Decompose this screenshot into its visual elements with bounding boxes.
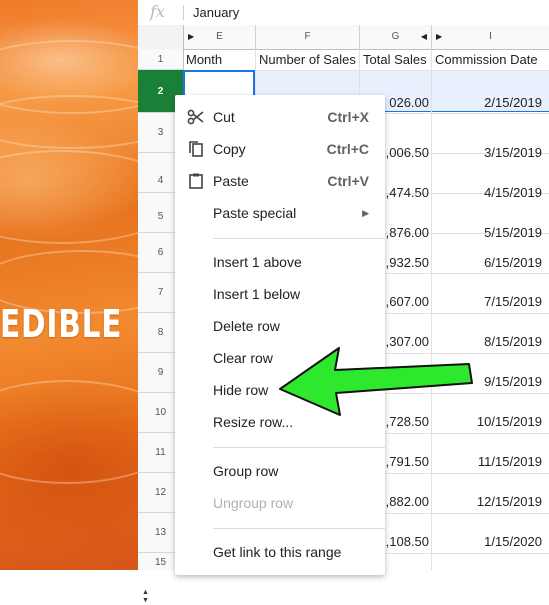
cell-commission-date-header[interactable]: Commission Date xyxy=(435,52,538,67)
menu-item-insert-below[interactable]: Insert 1 below xyxy=(175,280,385,308)
menu-item-group-row[interactable]: Group row xyxy=(175,457,385,485)
submenu-arrow-icon: ▶ xyxy=(362,208,369,218)
copy-icon xyxy=(189,141,203,157)
cell-commission-date[interactable]: 4/15/2019 xyxy=(431,185,542,200)
cell-commission-date[interactable]: 1/15/2020 xyxy=(431,534,542,549)
menu-item-resize-row[interactable]: Resize row... xyxy=(175,408,385,436)
cell-total-sales-header[interactable]: Total Sales xyxy=(363,52,427,67)
menu-item-hide-row[interactable]: Hide row xyxy=(175,376,385,404)
shortcut-label: Ctrl+C xyxy=(326,141,369,157)
column-header-e[interactable]: ▶ E xyxy=(184,25,256,49)
scissors-icon xyxy=(187,109,204,125)
formula-bar: fx January xyxy=(138,0,549,26)
column-headers: ▶ E F G ◀ ▶ I xyxy=(138,25,549,50)
swirl-decoration xyxy=(0,95,138,149)
menu-item-paste[interactable]: Paste Ctrl+V xyxy=(175,167,385,195)
cell-commission-date[interactable]: 10/15/2019 xyxy=(431,414,542,429)
shortcut-label: Ctrl+V xyxy=(327,173,369,189)
cell-commission-date[interactable]: 3/15/2019 xyxy=(431,145,542,160)
column-header-f[interactable]: F xyxy=(256,25,360,49)
background-image: EDIBLE xyxy=(0,0,138,570)
cell-commission-date[interactable]: 8/15/2019 xyxy=(431,334,542,349)
menu-item-delete-row[interactable]: Delete row xyxy=(175,312,385,340)
background-overlay-text: EDIBLE xyxy=(0,302,123,346)
cell-commission-date[interactable]: 12/15/2019 xyxy=(431,494,542,509)
shortcut-label: Ctrl+X xyxy=(327,109,369,125)
collapse-right-icon[interactable]: ◀ xyxy=(421,25,427,49)
row-expand-icon[interactable]: ▲ ▼ xyxy=(142,589,149,605)
select-all-corner[interactable] xyxy=(138,25,184,49)
cell-commission-date[interactable]: 2/15/2019 xyxy=(431,95,542,110)
menu-item-ungroup-row: Ungroup row xyxy=(213,495,294,511)
grid-line xyxy=(431,49,432,570)
swirl-decoration xyxy=(0,150,138,244)
cell-commission-date[interactable]: 6/15/2019 xyxy=(431,255,542,270)
column-header-i[interactable]: ▶ I xyxy=(432,25,549,49)
menu-item-copy[interactable]: Copy Ctrl+C xyxy=(175,135,385,163)
menu-separator xyxy=(213,528,385,529)
formula-input[interactable]: January xyxy=(193,5,239,20)
menu-item-cut[interactable]: Cut Ctrl+X xyxy=(175,103,385,131)
divider xyxy=(183,5,184,20)
menu-separator xyxy=(213,447,385,448)
menu-item-clear-row[interactable]: Clear row xyxy=(175,344,385,372)
clipboard-icon xyxy=(189,173,203,189)
expand-right-icon[interactable]: ▶ xyxy=(436,25,442,49)
cell-month-header[interactable]: Month xyxy=(186,52,222,67)
context-menu: Cut Ctrl+X Copy Ctrl+C Paste Ctrl+V Past… xyxy=(175,95,385,575)
cell-number-of-sales-header[interactable]: Number of Sales xyxy=(259,52,356,67)
column-header-g[interactable]: G ◀ xyxy=(360,25,432,49)
menu-separator xyxy=(213,238,385,239)
cell-commission-date[interactable]: 5/15/2019 xyxy=(431,225,542,240)
swirl-decoration xyxy=(0,380,138,484)
fx-icon: fx xyxy=(150,2,165,21)
menu-item-paste-special[interactable]: Paste special ▶ xyxy=(175,199,385,227)
menu-item-insert-above[interactable]: Insert 1 above xyxy=(175,248,385,276)
menu-item-get-link[interactable]: Get link to this range xyxy=(175,538,385,566)
cell-commission-date[interactable]: 7/15/2019 xyxy=(431,294,542,309)
expand-left-icon[interactable]: ▶ xyxy=(188,25,194,49)
cell-commission-date[interactable]: 9/15/2019 xyxy=(431,374,542,389)
row-header-1[interactable]: 1 xyxy=(138,49,183,70)
cell-commission-date[interactable]: 11/15/2019 xyxy=(431,454,542,469)
